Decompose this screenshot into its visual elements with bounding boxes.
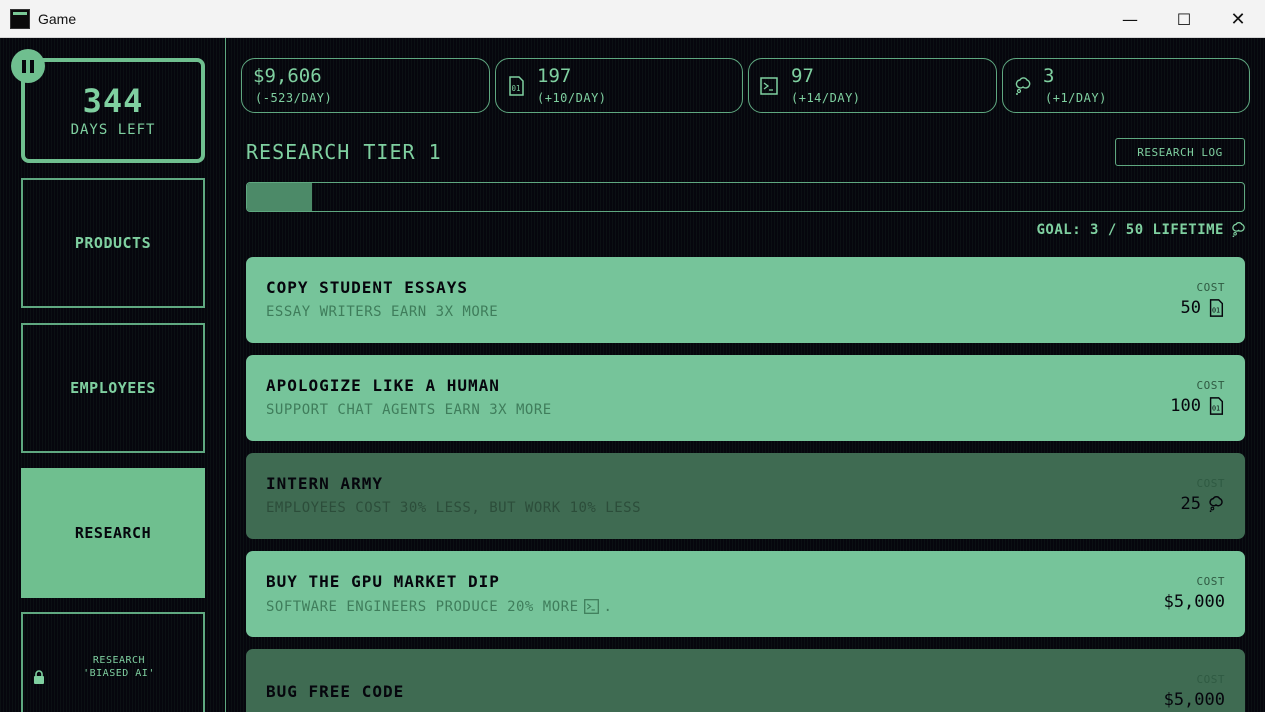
money-value: $9,606 (253, 65, 322, 87)
data-value: 197 (537, 65, 572, 87)
nav-research-label: RESEARCH (74, 524, 152, 542)
days-left-label: DAYS LEFT (70, 122, 156, 138)
research-log-label: RESEARCH LOG (1137, 145, 1223, 159)
resource-data: 01 197 (+10/DAY) (495, 58, 743, 113)
ideas-value: 3 (1043, 65, 1055, 87)
minimize-icon: — (1122, 9, 1138, 29)
pause-button[interactable] (11, 49, 45, 83)
research-card-description: SOFTWARE ENGINEERS PRODUCE 20% MORE . (266, 598, 613, 615)
thought-bubble-icon (1015, 77, 1031, 95)
research-card-name: COPY STUDENT ESSAYS (266, 278, 469, 297)
research-card-description: ESSAY WRITERS EARN 3X MORE (266, 304, 499, 320)
svg-text:01: 01 (1212, 405, 1220, 413)
research-card-copy-student-essays[interactable]: COPY STUDENT ESSAYS ESSAY WRITERS EARN 3… (246, 257, 1245, 343)
research-tier-title: RESEARCH TIER 1 (246, 140, 442, 164)
research-card-cost-label: COST (1196, 281, 1225, 294)
minimize-button[interactable]: — (1103, 0, 1157, 38)
research-card-buy-the-gpu-market-dip[interactable]: BUY THE GPU MARKET DIP SOFTWARE ENGINEER… (246, 551, 1245, 637)
nav-employees-button[interactable]: EMPLOYEES (21, 323, 205, 453)
code-rate: (+14/DAY) (791, 91, 861, 105)
research-card-cost: 100 01 (1170, 396, 1225, 416)
nav-products-label: PRODUCTS (74, 234, 152, 252)
research-card-cost-label: COST (1196, 379, 1225, 392)
terminal-icon (583, 599, 599, 614)
nav-employees-label: EMPLOYEES (70, 379, 156, 397)
window-title: Game (38, 10, 77, 27)
days-left-count: 344 (82, 82, 144, 120)
svg-text:01: 01 (1212, 307, 1220, 315)
research-card-intern-army[interactable]: INTERN ARMY EMPLOYEES COST 30% LESS, BUT… (246, 453, 1245, 539)
research-card-cost-label: COST (1196, 477, 1225, 490)
money-rate: (-523/DAY) (255, 91, 333, 105)
nav-research-button[interactable]: RESEARCH (21, 468, 205, 598)
research-card-description: SUPPORT CHAT AGENTS EARN 3X MORE (266, 402, 552, 418)
data-rate: (+10/DAY) (537, 91, 607, 105)
app-icon (10, 8, 30, 29)
lock-icon (34, 670, 44, 684)
research-card-cost-label: COST (1196, 673, 1225, 686)
research-progress-fill (247, 183, 312, 211)
window-controls: — ☐ ✕ (1103, 0, 1265, 38)
resource-money: $9,606 (-523/DAY) (241, 58, 490, 113)
data-file-icon: 01 (1209, 397, 1224, 415)
research-card-description: EMPLOYEES COST 30% LESS, BUT WORK 10% LE… (266, 500, 642, 516)
research-card-cost: 25 (1181, 494, 1225, 514)
research-card-name: BUG FREE CODE (266, 682, 405, 701)
maximize-icon: ☐ (1176, 9, 1192, 29)
close-button[interactable]: ✕ (1211, 0, 1265, 38)
research-card-cost: $5,000 (1163, 592, 1225, 612)
research-card-name: INTERN ARMY (266, 474, 383, 493)
research-card-cost: $5,000 (1163, 690, 1225, 710)
window-titlebar: Game — ☐ ✕ (0, 0, 1265, 38)
nav-products-button[interactable]: PRODUCTS (21, 178, 205, 308)
ideas-rate: (+1/DAY) (1045, 91, 1107, 105)
game-area: 344 DAYS LEFT PRODUCTS EMPLOYEES RESEARC… (0, 38, 1265, 712)
research-goal: GOAL: 3 / 50 LIFETIME (1036, 221, 1247, 238)
terminal-icon (760, 77, 778, 95)
research-progress-bar (246, 182, 1245, 212)
data-file-icon: 01 (509, 76, 524, 96)
days-left-panel: 344 DAYS LEFT (21, 58, 205, 163)
research-card-cost: 50 01 (1181, 298, 1225, 318)
resource-ideas: 3 (+1/DAY) (1002, 58, 1250, 113)
close-icon: ✕ (1230, 8, 1246, 30)
sidebar: 344 DAYS LEFT PRODUCTS EMPLOYEES RESEARC… (0, 38, 226, 712)
svg-text:01: 01 (512, 84, 521, 93)
research-goal-text: GOAL: 3 / 50 LIFETIME (1036, 221, 1224, 238)
thought-bubble-icon (1209, 496, 1223, 513)
research-card-apologize-like-a-human[interactable]: APOLOGIZE LIKE A HUMAN SUPPORT CHAT AGEN… (246, 355, 1245, 441)
nav-locked-research-button[interactable]: RESEARCH 'BIASED AI' (21, 612, 205, 712)
research-card-bug-free-code[interactable]: BUG FREE CODE COST $5,000 (246, 649, 1245, 712)
data-file-icon: 01 (1209, 299, 1224, 317)
thought-bubble-icon (1232, 222, 1245, 238)
pause-icon (22, 59, 26, 73)
nav-locked-label: RESEARCH 'BIASED AI' (83, 655, 155, 679)
research-list: COPY STUDENT ESSAYS ESSAY WRITERS EARN 3… (246, 257, 1245, 712)
research-card-name: BUY THE GPU MARKET DIP (266, 572, 500, 591)
research-card-name: APOLOGIZE LIKE A HUMAN (266, 376, 500, 395)
research-log-button[interactable]: RESEARCH LOG (1115, 138, 1245, 166)
maximize-button[interactable]: ☐ (1157, 0, 1211, 38)
research-card-cost-label: COST (1196, 575, 1225, 588)
resource-code: 97 (+14/DAY) (748, 58, 997, 113)
code-value: 97 (791, 65, 814, 87)
